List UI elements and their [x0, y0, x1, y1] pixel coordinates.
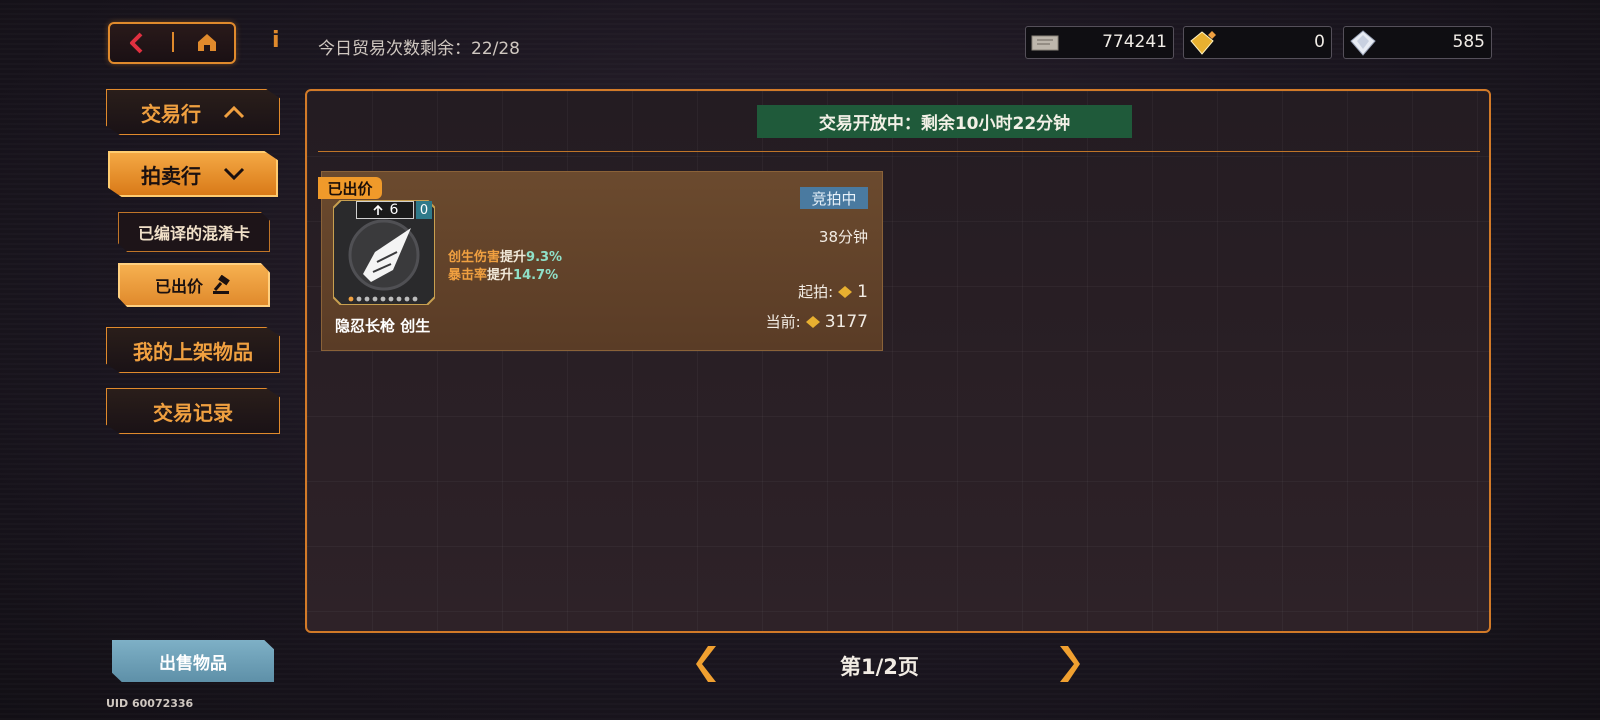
chevron-down-icon — [223, 167, 245, 181]
gold-gem-icon — [1190, 31, 1216, 55]
item-stat: 创生伤害提升9.3% — [448, 246, 562, 265]
sidebar-label: 交易行 — [141, 101, 201, 126]
trade-timer-banner: 交易开放中：剩余10小时22分钟 — [757, 105, 1132, 138]
sub-item-bid[interactable]: 已出价 — [118, 263, 270, 307]
sidebar-trade-house[interactable]: 交易行 — [106, 89, 280, 135]
currency-diamond: 585 — [1343, 26, 1492, 59]
gold-gem-icon — [805, 315, 820, 328]
currency-gold-gem: 0 — [1183, 26, 1332, 59]
page-indicator: 第1/2页 — [840, 655, 919, 679]
sub-item-label: 已出价 — [154, 277, 203, 296]
stat-connector: 提升 — [487, 268, 514, 283]
stat-value: 14.7% — [513, 268, 559, 283]
home-icon[interactable] — [196, 31, 218, 53]
current-price: 当前: 3177 — [668, 311, 868, 332]
sidebar-trade-records[interactable]: 交易记录 — [106, 388, 280, 434]
current-price-label: 当前: — [765, 313, 801, 331]
stat-value: 9.3% — [526, 250, 563, 265]
level-value: 6 — [389, 202, 399, 218]
sell-item-button[interactable]: 出售物品 — [112, 640, 274, 682]
sidebar-label: 拍卖行 — [141, 163, 201, 188]
chevron-up-icon — [223, 105, 245, 119]
gavel-icon — [213, 275, 230, 294]
diamond-icon — [1350, 30, 1376, 56]
sub-item-compiled-cards[interactable]: 已编译的混淆卡 — [118, 212, 270, 252]
item-stat: 暴击率提升14.7% — [448, 264, 558, 283]
currency-ticket: 774241 — [1025, 26, 1174, 59]
ticket-icon — [1031, 35, 1059, 51]
currency-value: 0 — [1314, 32, 1325, 52]
bid-tag: 已出价 — [318, 177, 382, 199]
user-id: UID 60072336 — [106, 697, 194, 710]
auction-duration: 38分钟 — [818, 228, 868, 246]
arrow-up-icon — [372, 204, 383, 215]
currency-value: 774241 — [1102, 32, 1167, 52]
sidebar-auction-house[interactable]: 拍卖行 — [108, 151, 278, 197]
item-level-extra: 0 — [416, 201, 432, 219]
current-price-value: 3177 — [824, 311, 868, 332]
start-price-label: 起拍: — [798, 283, 834, 301]
item-level: 6 — [356, 201, 414, 219]
trade-remaining-label: 今日贸易次数剩余：22/28 — [318, 39, 520, 59]
prev-page-icon[interactable] — [688, 646, 716, 682]
next-page-icon[interactable] — [1060, 646, 1088, 682]
start-price-value: 1 — [857, 281, 868, 302]
sidebar-my-listings[interactable]: 我的上架物品 — [106, 327, 280, 373]
stat-name: 创生伤害 — [448, 250, 501, 265]
currency-value: 585 — [1452, 32, 1485, 52]
status-badge: 竞拍中 — [800, 187, 868, 209]
item-name: 隐忍长枪 创生 — [335, 317, 431, 335]
nav-separator — [172, 32, 174, 52]
stat-connector: 提升 — [500, 250, 527, 265]
start-price: 起拍: 1 — [668, 281, 868, 302]
back-icon[interactable] — [124, 30, 150, 56]
divider — [318, 151, 1480, 152]
info-icon[interactable]: i — [272, 28, 280, 53]
gold-gem-icon — [838, 285, 853, 298]
stat-name: 暴击率 — [448, 268, 488, 283]
